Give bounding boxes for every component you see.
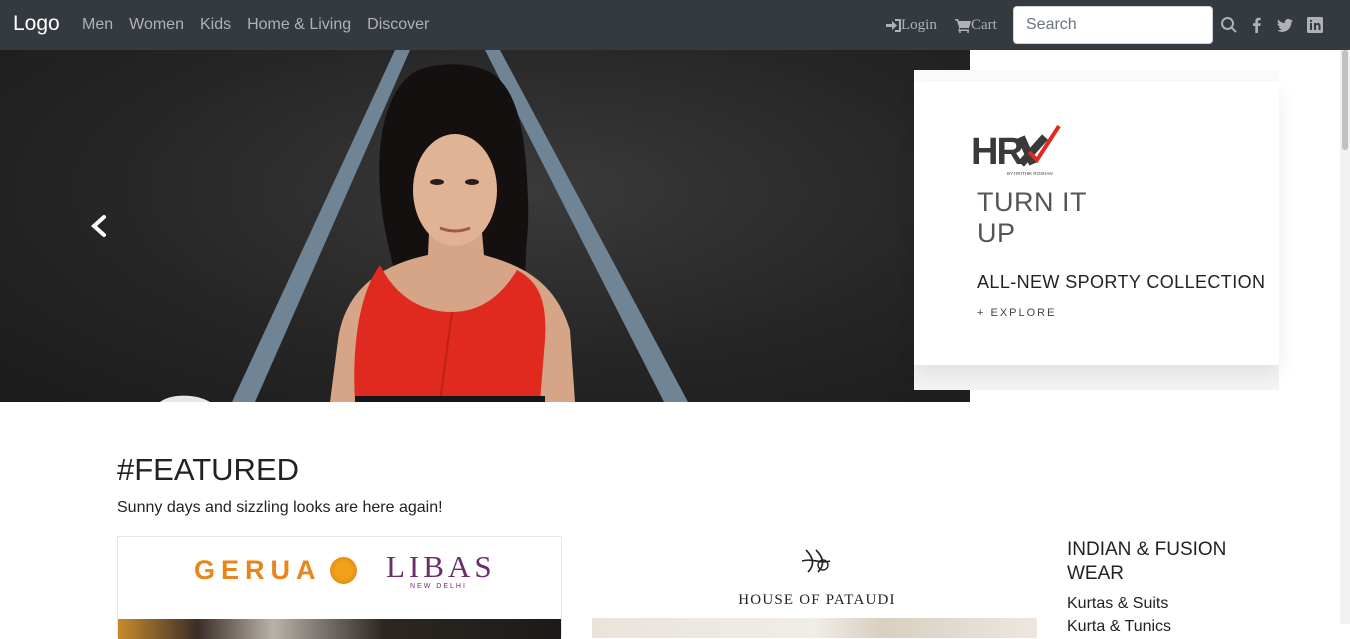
pataudi-logo: HOUSE OF PATAUDI: [738, 592, 896, 608]
twitter-icon[interactable]: [1277, 17, 1293, 33]
libas-logo: LIBAS: [386, 549, 496, 584]
card-image: [592, 618, 1037, 638]
login-link[interactable]: Login: [886, 17, 937, 34]
cart-link[interactable]: Cart: [955, 17, 997, 34]
sign-in-icon: [886, 19, 901, 32]
promo-headline: ALL-NEW SPORTY COLLECTION: [977, 272, 1266, 292]
featured-title: #FEATURED: [117, 452, 300, 487]
svg-text:BY HRITHIK ROSHAN: BY HRITHIK ROSHAN: [1007, 171, 1053, 176]
card-image: [118, 619, 561, 639]
scrollbar-thumb[interactable]: [1342, 50, 1348, 150]
gerua-sun-icon: [330, 557, 357, 584]
explore-link[interactable]: + EXPLORE: [977, 307, 1056, 319]
hero-carousel: [0, 50, 970, 402]
cart-icon: [955, 18, 971, 33]
nav-women[interactable]: Women: [129, 16, 184, 34]
promo-tagline-line2: UP: [977, 218, 1016, 248]
main-nav: Men Women Kids Home & Living Discover: [82, 16, 429, 34]
nav-kids[interactable]: Kids: [200, 16, 231, 34]
promo-card: HR BY HRITHIK ROSHAN TURN IT UP ALL-NEW …: [914, 82, 1279, 365]
featured-card-gerua-libas[interactable]: GERUA LIBAS NEW DELHI: [117, 536, 562, 639]
linkedin-icon[interactable]: [1307, 17, 1323, 33]
login-label: Login: [901, 17, 937, 33]
facebook-icon[interactable]: [1249, 17, 1265, 33]
nav-men[interactable]: Men: [82, 16, 113, 34]
search-input[interactable]: [1013, 6, 1213, 44]
top-navbar: Logo Men Women Kids Home & Living Discov…: [0, 0, 1350, 50]
carousel-prev-icon[interactable]: [90, 215, 108, 237]
page-scrollbar[interactable]: [1340, 50, 1350, 624]
svg-text:HR: HR: [971, 131, 1023, 173]
search-icon[interactable]: [1221, 17, 1237, 33]
libas-subtitle: NEW DELHI: [410, 583, 467, 590]
gerua-logo: GERUA: [194, 555, 322, 585]
brand-logo[interactable]: Logo: [13, 12, 60, 36]
featured-card-pataudi[interactable]: HOUSE OF PATAUDI: [592, 536, 1037, 638]
promo-tagline: TURN IT UP: [977, 187, 1097, 249]
cart-label: Cart: [971, 17, 997, 33]
hero-image: [160, 50, 688, 402]
pataudi-monogram-icon: [798, 546, 834, 581]
category-title: INDIAN & FUSION WEAR: [1067, 539, 1227, 584]
promo-tagline-line1: TURN IT: [977, 187, 1087, 217]
category-link-kurta-tunics[interactable]: Kurta & Tunics: [1067, 618, 1171, 636]
featured-subtitle: Sunny days and sizzling looks are here a…: [117, 499, 443, 516]
hrx-logo: HR BY HRITHIK ROSHAN: [971, 122, 1063, 182]
nav-discover[interactable]: Discover: [367, 16, 429, 34]
category-link-kurtas-suits[interactable]: Kurtas & Suits: [1067, 595, 1168, 613]
nav-home-living[interactable]: Home & Living: [247, 16, 351, 34]
